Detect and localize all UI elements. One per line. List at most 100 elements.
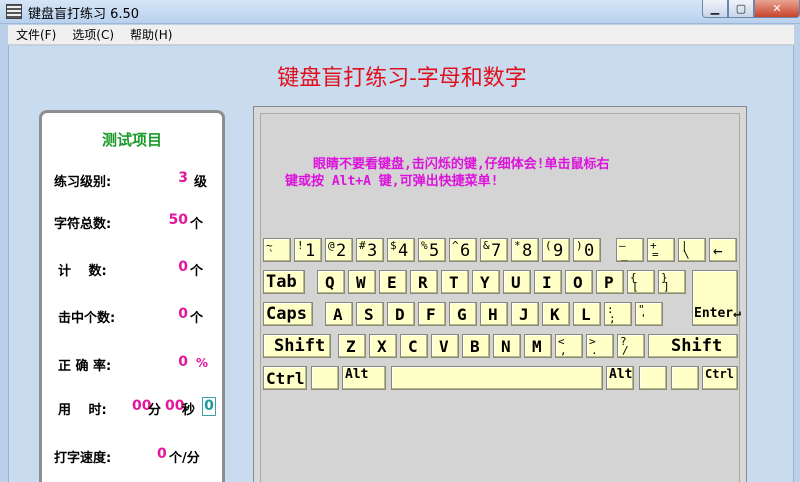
maximize-button[interactable]: ▢ bbox=[728, 0, 754, 18]
key-slash[interactable]: ? / bbox=[617, 334, 645, 358]
key-caps[interactable]: Caps bbox=[263, 302, 313, 326]
key-label: 1 bbox=[305, 241, 316, 261]
key-shift-right[interactable]: Shift bbox=[648, 334, 738, 358]
key-6[interactable]: ^ 6 bbox=[449, 238, 477, 262]
key-u[interactable]: U bbox=[503, 270, 531, 294]
key-label: \ bbox=[683, 248, 690, 261]
key-period[interactable]: > . bbox=[586, 334, 614, 358]
key-m[interactable]: M bbox=[524, 334, 552, 358]
key-label: U bbox=[511, 273, 521, 292]
key-label: M bbox=[532, 337, 542, 356]
key-label: H bbox=[488, 305, 498, 324]
key-i[interactable]: I bbox=[534, 270, 562, 294]
stat-level-value: 3 bbox=[178, 170, 188, 186]
key-backslash[interactable]: | \ bbox=[678, 238, 706, 262]
key-shift-left[interactable]: Shift bbox=[263, 334, 331, 358]
key-l[interactable]: L bbox=[573, 302, 601, 326]
stats-title: 测试项目 bbox=[101, 131, 162, 149]
key-space[interactable] bbox=[391, 366, 603, 390]
key-label: Caps bbox=[266, 304, 307, 324]
key-b[interactable]: B bbox=[462, 334, 490, 358]
menu-options[interactable]: 选项(C) bbox=[64, 26, 122, 43]
key-e[interactable]: E bbox=[379, 270, 407, 294]
key-label: @ bbox=[328, 239, 335, 252]
stat-speed: 打字速度: 0 个/分 bbox=[42, 445, 222, 467]
key-enter[interactable]: Enter↵ bbox=[692, 270, 741, 326]
key-label: Tab bbox=[266, 272, 297, 292]
key-tab[interactable]: Tab bbox=[263, 270, 305, 294]
key-g[interactable]: G bbox=[449, 302, 477, 326]
key-win-left[interactable] bbox=[311, 366, 339, 390]
key-equal[interactable]: + = bbox=[647, 238, 675, 262]
key-ctrl-left[interactable]: Ctrl bbox=[263, 366, 307, 390]
key-label: Ctrl bbox=[266, 369, 305, 388]
key-x[interactable]: X bbox=[369, 334, 397, 358]
key-d[interactable]: D bbox=[387, 302, 415, 326]
key-j[interactable]: J bbox=[511, 302, 539, 326]
key-5[interactable]: % 5 bbox=[418, 238, 446, 262]
key-q[interactable]: Q bbox=[317, 270, 345, 294]
key-label: ] bbox=[663, 280, 670, 293]
key-label: C bbox=[408, 337, 418, 356]
menu-help[interactable]: 帮助(H) bbox=[122, 26, 180, 43]
key-bracket-right[interactable]: } ] bbox=[658, 270, 686, 294]
key-label: 2 bbox=[336, 241, 347, 261]
key-3[interactable]: # 3 bbox=[356, 238, 384, 262]
key-k[interactable]: K bbox=[542, 302, 570, 326]
stat-accuracy-label: 正 确 率: bbox=[58, 359, 112, 374]
key-v[interactable]: V bbox=[431, 334, 459, 358]
key-backtick[interactable]: ~ ` bbox=[263, 238, 291, 262]
key-bracket-left[interactable]: { [ bbox=[627, 270, 655, 294]
key-9[interactable]: ( 9 bbox=[542, 238, 570, 262]
key-label: S bbox=[364, 305, 374, 324]
key-w[interactable]: W bbox=[348, 270, 376, 294]
key-z[interactable]: Z bbox=[338, 334, 366, 358]
key-comma[interactable]: < , bbox=[555, 334, 583, 358]
key-a[interactable]: A bbox=[325, 302, 353, 326]
key-label: ( bbox=[545, 239, 552, 252]
key-0[interactable]: ) 0 bbox=[573, 238, 601, 262]
key-semicolon[interactable]: : ; bbox=[604, 302, 632, 326]
key-y[interactable]: Y bbox=[472, 270, 500, 294]
stat-time-sec-unit: 秒 bbox=[182, 403, 196, 418]
title-bar[interactable]: 键盘盲打练习 6.50 ▁ ▢ ✕ bbox=[0, 0, 800, 24]
menu-file[interactable]: 文件(F) bbox=[8, 26, 64, 43]
key-alt-left[interactable]: Alt bbox=[342, 366, 386, 390]
stat-count-unit: 个 bbox=[190, 264, 204, 279]
key-label: N bbox=[501, 337, 511, 356]
minimize-button[interactable]: ▁ bbox=[702, 0, 728, 18]
key-label: . bbox=[591, 344, 598, 357]
key-ctrl-right[interactable]: Ctrl bbox=[702, 366, 738, 390]
key-label: = bbox=[652, 248, 659, 261]
key-label: ^ bbox=[452, 239, 459, 252]
key-menu[interactable] bbox=[671, 366, 699, 390]
key-o[interactable]: O bbox=[565, 270, 593, 294]
key-4[interactable]: $ 4 bbox=[387, 238, 415, 262]
key-1[interactable]: ! 1 bbox=[294, 238, 322, 262]
key-label: T bbox=[449, 273, 459, 292]
key-2[interactable]: @ 2 bbox=[325, 238, 353, 262]
key-7[interactable]: & 7 bbox=[480, 238, 508, 262]
key-s[interactable]: S bbox=[356, 302, 384, 326]
key-alt-right[interactable]: Alt bbox=[606, 366, 634, 390]
key-quote[interactable]: " ' bbox=[635, 302, 663, 326]
stat-count-value: 0 bbox=[178, 259, 188, 275]
key-8[interactable]: * 8 bbox=[511, 238, 539, 262]
key-r[interactable]: R bbox=[410, 270, 438, 294]
key-win-right[interactable] bbox=[639, 366, 667, 390]
key-backspace[interactable]: ← bbox=[709, 238, 737, 262]
stat-level-label: 练习级别: bbox=[54, 175, 112, 190]
key-label: ! bbox=[297, 239, 304, 252]
close-button[interactable]: ✕ bbox=[754, 0, 800, 18]
key-f[interactable]: F bbox=[418, 302, 446, 326]
key-label: _ bbox=[621, 248, 628, 261]
key-h[interactable]: H bbox=[480, 302, 508, 326]
key-n[interactable]: N bbox=[493, 334, 521, 358]
hint-text: 眼睛不要看键盘,击闪烁的键,仔细体会!单击鼠标右 键或按 Alt+A 键,可弹出… bbox=[285, 156, 725, 190]
stat-total: 字符总数: 50 个 bbox=[42, 211, 222, 233]
key-t[interactable]: T bbox=[441, 270, 469, 294]
key-minus[interactable]: — _ bbox=[616, 238, 644, 262]
key-label: # bbox=[359, 239, 366, 252]
key-c[interactable]: C bbox=[400, 334, 428, 358]
key-p[interactable]: P bbox=[596, 270, 624, 294]
